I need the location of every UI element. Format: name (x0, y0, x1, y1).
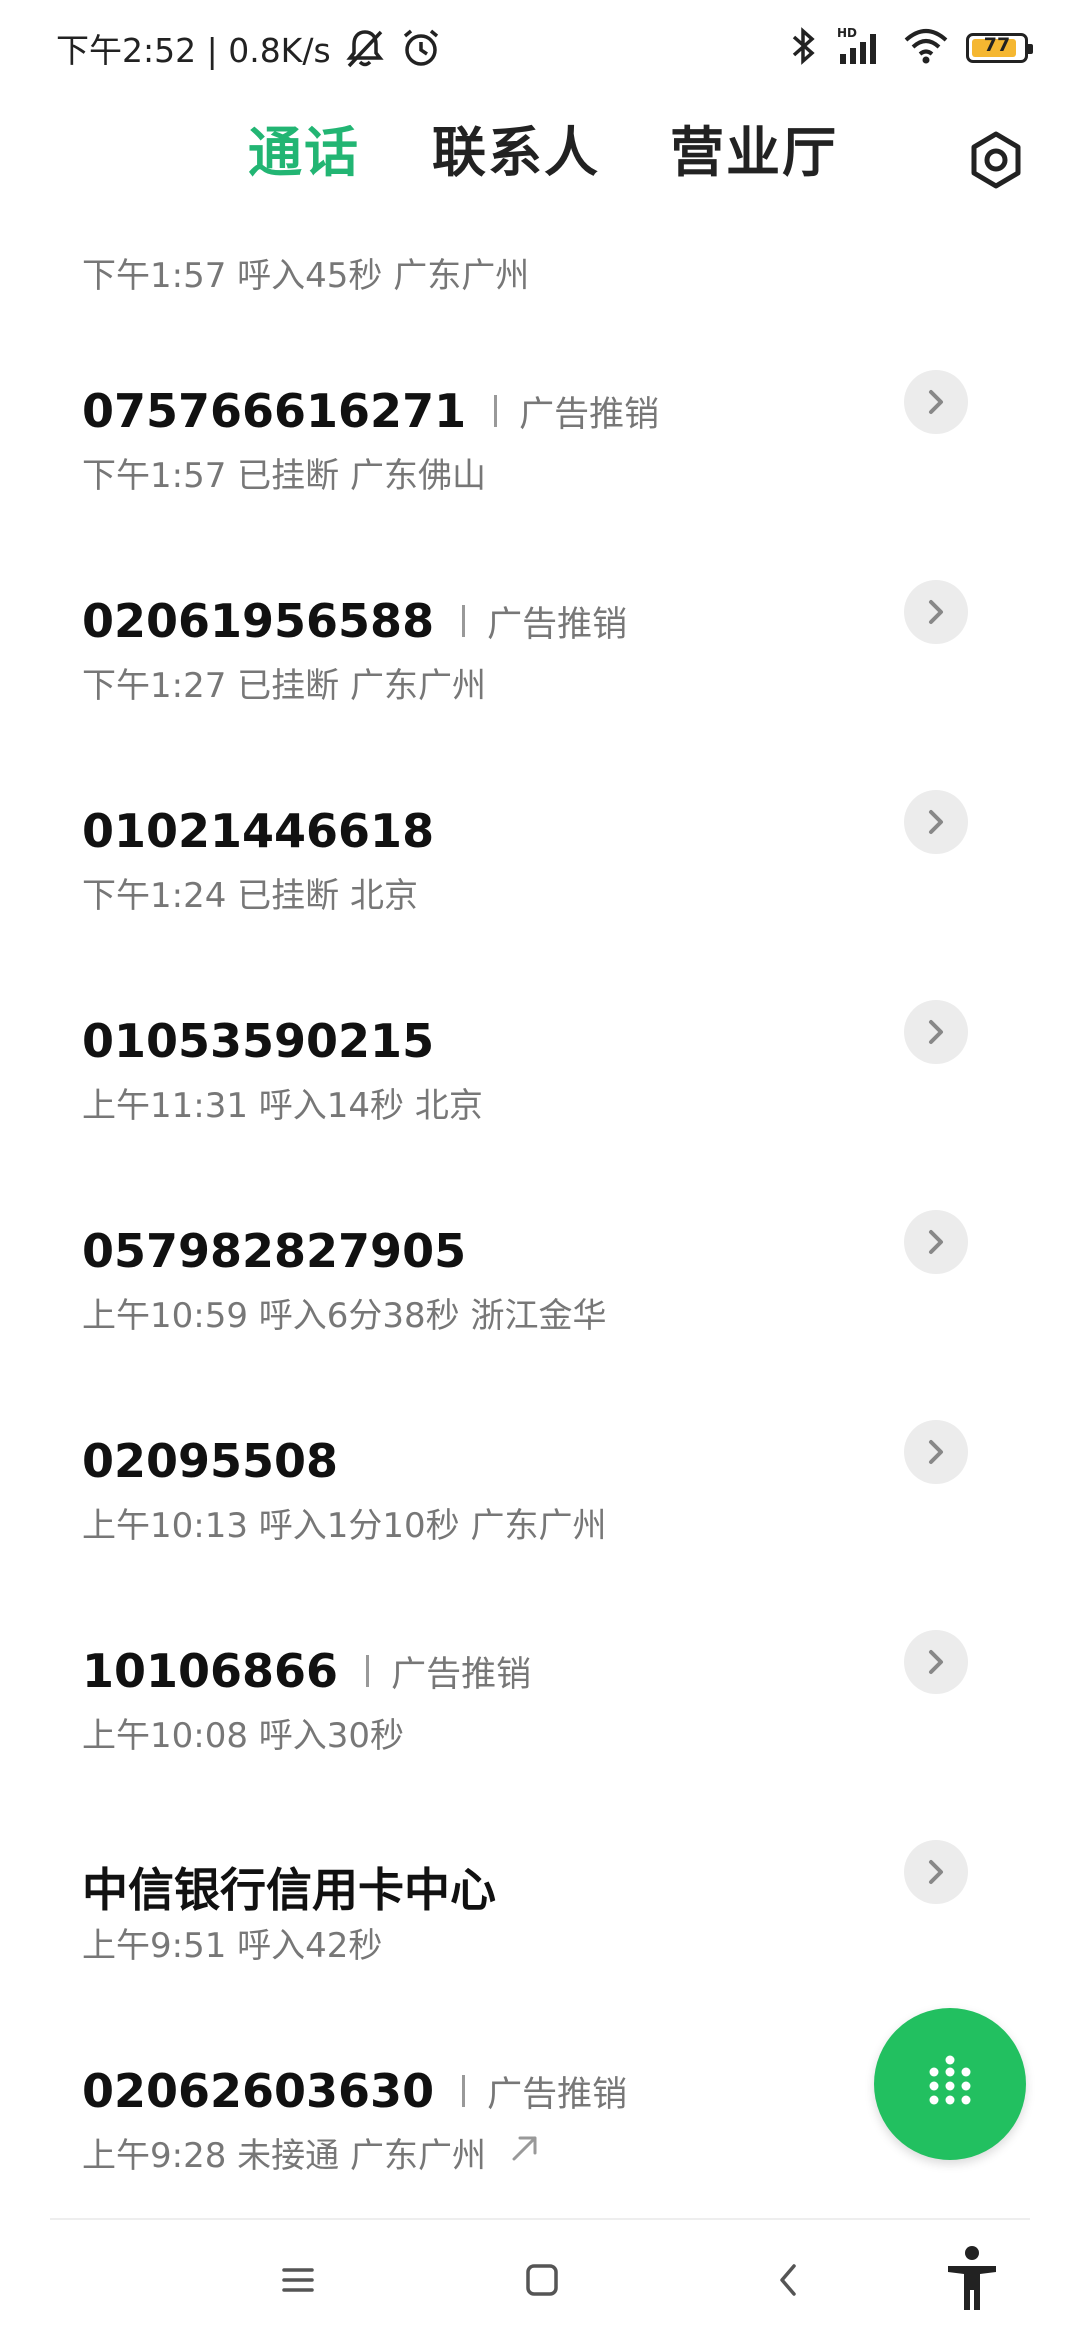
battery-level: 77 (983, 34, 1011, 56)
tag-separator (494, 395, 498, 427)
call-details-button[interactable] (904, 580, 968, 644)
call-log-item[interactable]: 中信银行信用卡中心 上午9:51 呼入42秒 (0, 1806, 1080, 2016)
call-log-item[interactable]: 01021446618 下午1:24 已挂断 北京 (0, 756, 1080, 966)
call-number-row: 10106866 广告推销 (82, 1644, 531, 1698)
chevron-right-icon (929, 1020, 943, 1044)
tab-service-hall[interactable]: 营业厅 (670, 108, 838, 187)
home-icon[interactable] (512, 2250, 572, 2310)
call-details-button[interactable] (904, 790, 968, 854)
tag-separator (462, 605, 466, 637)
chevron-right-icon (929, 1650, 943, 1674)
top-tabs: 通话 联系人 营业厅 (0, 96, 1080, 216)
call-number: 01021446618 (82, 804, 435, 858)
call-log-screen: 下午2:52 | 0.8K/s HD 77 通话 联系人 营业厅 下午1:57 … (0, 0, 1080, 2340)
tab-contacts[interactable]: 联系人 (432, 108, 600, 187)
call-number: 中信银行信用卡中心 (82, 1863, 496, 1917)
wifi-icon (902, 24, 950, 72)
call-detail: 下午1:27 已挂断 广东广州 (82, 666, 486, 706)
call-detail: 上午11:31 呼入14秒 北京 (82, 1086, 483, 1126)
call-details-button[interactable] (904, 1000, 968, 1064)
call-detail: 上午9:28 未接通 广东广州 (82, 2136, 486, 2176)
call-number: 057982827905 (82, 1224, 467, 1278)
alarm-icon (399, 26, 443, 70)
tab-calls[interactable]: 通话 (248, 108, 360, 187)
call-details-button[interactable] (904, 1630, 968, 1694)
call-details-button[interactable] (904, 1420, 968, 1484)
call-detail: 上午10:59 呼入6分38秒 浙江金华 (82, 1296, 607, 1336)
dialpad-button[interactable] (874, 2008, 1026, 2160)
tag-separator (462, 2075, 466, 2107)
call-log-item-partial[interactable]: 下午1:57 呼入45秒 广东广州 (0, 216, 1080, 336)
call-number: 02061956588 (82, 594, 435, 648)
call-number: 10106866 (82, 1644, 339, 1698)
call-detail-row: 上午9:28 未接通 广东广州 (82, 2128, 542, 2177)
status-bar: 下午2:52 | 0.8K/s HD 77 (0, 0, 1080, 96)
call-number: 02095508 (82, 1434, 339, 1488)
menu-icon[interactable] (268, 2250, 328, 2310)
system-navbar (0, 2222, 1080, 2340)
call-number: 075766616271 (82, 384, 467, 438)
svg-text:HD: HD (837, 26, 857, 40)
chevron-right-icon (929, 600, 943, 624)
call-details-button[interactable] (904, 370, 968, 434)
hd-signal-icon: HD (836, 24, 886, 72)
call-number-row: 中信银行信用卡中心 (82, 1854, 496, 1920)
call-details-button[interactable] (904, 1840, 968, 1904)
call-number-row: 02061956588 广告推销 (82, 594, 627, 648)
call-tag: 广告推销 (519, 394, 660, 435)
battery-icon: 77 (966, 33, 1033, 63)
back-icon[interactable] (760, 2250, 820, 2310)
settings-icon[interactable] (960, 124, 1032, 196)
mute-notifications-icon (343, 26, 387, 70)
call-log-item[interactable]: 02095508 上午10:13 呼入1分10秒 广东广州 (0, 1386, 1080, 1596)
call-number: 02062603630 (82, 2064, 435, 2118)
call-log-item[interactable]: 02061956588 广告推销 下午1:27 已挂断 广东广州 (0, 546, 1080, 756)
chevron-right-icon (929, 1440, 943, 1464)
dialpad-icon (929, 2055, 971, 2105)
call-log-item[interactable]: 10106866 广告推销 上午10:08 呼入30秒 (0, 1596, 1080, 1806)
call-detail: 上午10:08 呼入30秒 (82, 1716, 405, 1756)
navbar-divider (50, 2218, 1030, 2220)
call-detail: 下午1:57 已挂断 广东佛山 (82, 456, 486, 496)
status-left: 下午2:52 | 0.8K/s (56, 22, 443, 74)
chevron-right-icon (929, 1230, 943, 1254)
call-number-row: 057982827905 (82, 1224, 466, 1278)
battery-tip (1028, 44, 1033, 54)
call-number-row: 01021446618 (82, 804, 434, 858)
call-log-item[interactable]: 057982827905 上午10:59 呼入6分38秒 浙江金华 (0, 1176, 1080, 1386)
call-detail: 上午9:51 呼入42秒 (82, 1926, 383, 1966)
call-detail: 下午1:57 呼入45秒 广东广州 (82, 256, 530, 296)
accessibility-icon[interactable] (942, 2244, 1002, 2314)
call-log-item[interactable]: 01053590215 上午11:31 呼入14秒 北京 (0, 966, 1080, 1176)
chevron-right-icon (929, 810, 943, 834)
call-number-row: 075766616271 广告推销 (82, 384, 659, 438)
bluetooth-icon (786, 24, 820, 72)
call-tag: 广告推销 (487, 604, 628, 645)
chevron-right-icon (929, 390, 943, 414)
call-tag: 广告推销 (391, 1654, 532, 1695)
call-number-row: 02095508 (82, 1434, 338, 1488)
status-right: HD 77 (786, 22, 1033, 74)
call-number-row: 02062603630 广告推销 (82, 2064, 627, 2118)
chevron-right-icon (929, 1860, 943, 1884)
call-number: 01053590215 (82, 1014, 435, 1068)
call-tag: 广告推销 (487, 2074, 628, 2115)
call-details-button[interactable] (904, 1210, 968, 1274)
status-time-speed: 下午2:52 | 0.8K/s (56, 31, 331, 70)
call-detail: 上午10:13 呼入1分10秒 广东广州 (82, 1506, 607, 1546)
call-log-item[interactable]: 075766616271 广告推销 下午1:57 已挂断 广东佛山 (0, 336, 1080, 546)
outgoing-arrow-icon (508, 2131, 542, 2174)
call-number-row: 01053590215 (82, 1014, 434, 1068)
call-detail: 下午1:24 已挂断 北京 (82, 876, 418, 916)
tag-separator (366, 1655, 370, 1687)
